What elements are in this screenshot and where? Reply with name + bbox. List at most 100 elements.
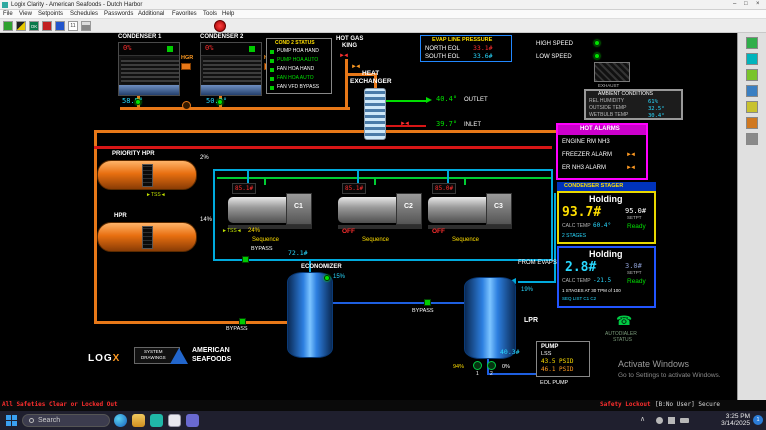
strip-screen6-icon[interactable]	[746, 117, 758, 129]
cond2-status-row: FAN HOA HAND	[277, 66, 315, 72]
menu-item-favorites[interactable]: Favorites	[172, 11, 197, 18]
toolbar-trend-icon[interactable]	[55, 21, 65, 31]
minimize-button[interactable]: –	[733, 1, 736, 8]
high-speed-label: HIGH SPEED	[536, 41, 574, 47]
king-valve-icon[interactable]: ►◄	[339, 53, 349, 59]
clock[interactable]: 3:25 PM 3/14/2025	[698, 413, 750, 427]
strip-screen1-icon[interactable]	[746, 37, 758, 49]
pipe-suction-top	[213, 169, 553, 171]
stages-text: 1 STAGES AT 30 TPM of 100	[562, 288, 621, 293]
stages-text: 2 STAGES	[562, 233, 587, 239]
economizer-valve[interactable]	[324, 275, 330, 281]
outlet-temp: 40.4°	[436, 95, 458, 103]
battery-icon[interactable]	[680, 418, 689, 423]
condenser-stager-title: CONDENSER STAGER	[564, 183, 624, 189]
condenser-stager-panel[interactable]: Holding 93.7# 95.0# SETPT CALC TEMP 60.4…	[557, 191, 656, 244]
cond2-status-row: FAN HOA AUTO	[277, 75, 314, 81]
toolbar: OK 11	[0, 19, 766, 33]
toolbar-tags-icon[interactable]: 11	[68, 21, 78, 31]
lpr-vessel[interactable]	[464, 277, 516, 359]
bypass2-valve[interactable]	[239, 318, 246, 325]
maximize-button[interactable]: □	[744, 1, 748, 8]
c3-mode: Sequence	[452, 237, 480, 243]
bypass1-valve[interactable]	[242, 256, 249, 263]
wifi-icon[interactable]	[656, 417, 663, 424]
c2-label: C2	[404, 203, 413, 210]
logix-logo: LOGX	[88, 353, 120, 364]
tray-expand-icon[interactable]: ∧	[640, 416, 645, 424]
ambient-panel: AMBIENT CONDITIONS REL HUMIDITY 61% OUTS…	[584, 89, 683, 120]
exhaust-fan[interactable]	[594, 62, 630, 82]
condenser2-run-indicator	[249, 46, 255, 52]
scada-canvas: CONDENSER 1 0% HGR 58.5° CONDENSER 2 0% …	[0, 33, 766, 400]
taskbar-app2-icon[interactable]	[168, 414, 181, 427]
notification-badge[interactable]: 1	[753, 415, 763, 425]
c3-status: OFF	[432, 228, 445, 235]
toolbar-screens-icon[interactable]	[3, 21, 13, 31]
compressor-c3[interactable]: 85.0# C3	[428, 183, 512, 233]
condenser1-valve[interactable]	[135, 99, 141, 105]
toolbar-stop-icon[interactable]	[42, 21, 52, 31]
priority-hpr-vessel[interactable]	[97, 160, 197, 190]
south-eol-label: SOUTH EOL	[425, 54, 460, 60]
condenser2-valve[interactable]	[217, 99, 223, 105]
toolbar-print-icon[interactable]	[81, 21, 91, 31]
condenser-pump[interactable]	[182, 101, 191, 110]
condenser2-percent: 0%	[205, 44, 214, 52]
hpr-vessel[interactable]	[97, 222, 197, 252]
strip-screen3-icon[interactable]	[746, 69, 758, 81]
condenser1-hgr-label: HGR	[181, 55, 194, 61]
hpr-gauge	[142, 226, 153, 249]
alarm-row: ENGINE RM NH3	[562, 139, 610, 145]
volume-icon[interactable]	[668, 417, 675, 424]
bypass3-valve[interactable]	[424, 299, 431, 306]
menu-item-setpoints[interactable]: Setpoints	[38, 11, 63, 18]
compressor-c2[interactable]: 85.1# C2	[338, 183, 422, 233]
menu-item-passwords[interactable]: Passwords	[104, 11, 133, 18]
screen: Logix Clarity - American Seafoods - Dutc…	[0, 0, 766, 430]
start-button[interactable]	[6, 415, 17, 426]
activate-windows-line2: Go to Settings to activate Windows.	[618, 372, 721, 379]
taskbar-app3-icon[interactable]	[186, 414, 199, 427]
toolbar-alarm-icon[interactable]	[16, 21, 26, 31]
taskbar-time: 3:25 PM	[725, 413, 750, 420]
toolbar-alarm-bell-icon[interactable]	[214, 20, 226, 32]
cond2-status-row: FAN VFD BYPASS	[277, 84, 320, 90]
close-button[interactable]: ×	[756, 1, 760, 8]
heat-exchanger-label1: HEAT	[362, 70, 380, 77]
strip-screen4-icon[interactable]	[746, 85, 758, 97]
taskbar-folder-icon[interactable]	[132, 414, 145, 427]
toolbar-ok-icon[interactable]: OK	[29, 21, 39, 31]
search-box[interactable]: Search	[22, 414, 110, 427]
condenser1-hgr-valve[interactable]	[181, 63, 191, 70]
taskbar-app1-icon[interactable]	[150, 414, 163, 427]
lpr-pump-percent: 94%	[453, 364, 465, 370]
heat-exchanger-vessel[interactable]	[364, 88, 386, 140]
inlet-valve-icon[interactable]: ►◄	[400, 121, 410, 127]
menu-item-help[interactable]: Help	[222, 11, 234, 18]
ambient-row-label: WETBULB TEMP	[589, 112, 629, 118]
compressor-c1[interactable]: 85.1# C1	[228, 183, 312, 233]
condenser2-base	[201, 85, 261, 95]
condenser1-unit[interactable]: 0%	[118, 42, 180, 96]
strip-screen2-icon[interactable]	[746, 53, 758, 65]
strip-screen7-icon[interactable]	[746, 133, 758, 145]
ambient-title: AMBIENT CONDITIONS	[598, 91, 653, 97]
menu-item-tools[interactable]: Tools	[203, 11, 217, 18]
bypass1-label: BYPASS	[251, 246, 273, 252]
menu-item-view[interactable]: View	[19, 11, 32, 18]
autodialer-phone-icon[interactable]: ☎	[616, 313, 632, 328]
taskbar-edge-icon[interactable]	[114, 414, 127, 427]
compressor-stager-panel[interactable]: Holding 2.8# 3.0# SETPT CALC TEMP -21.5 …	[557, 246, 656, 308]
menu-item-schedules[interactable]: Schedules	[70, 11, 98, 18]
menu-item-additional[interactable]: Additional	[138, 11, 164, 18]
strip-screen5-icon[interactable]	[746, 101, 758, 113]
lpr-pump2[interactable]	[487, 361, 496, 370]
condenser2-unit[interactable]: 0%	[200, 42, 262, 96]
alarm-row: ER NH3 ALARM	[562, 165, 607, 171]
evap-panel-title: EVAP LINE PRESSURE	[432, 37, 493, 43]
economizer-vessel[interactable]	[287, 272, 333, 358]
lpr-pump1[interactable]	[473, 361, 482, 370]
menu-item-file[interactable]: File	[3, 11, 13, 18]
king-valve2-icon[interactable]: ►◄	[351, 64, 361, 70]
